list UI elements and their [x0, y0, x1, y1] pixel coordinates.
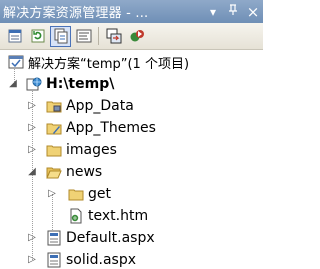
view-code-button[interactable]: [73, 26, 94, 47]
tree-item-label: App_Data: [66, 98, 134, 114]
view-code-icon: [76, 29, 91, 43]
tree-item-label: news: [66, 164, 103, 180]
tree-item-label: solid.aspx: [66, 252, 137, 268]
nest-related-files-button[interactable]: [50, 25, 71, 47]
tree-item-solution[interactable]: 解决方案“temp”(1 个项目): [8, 51, 189, 73]
asp-net-configuration-icon: [130, 30, 144, 42]
refresh-button[interactable]: [27, 26, 48, 47]
expand-get-icon[interactable]: ▷: [47, 183, 57, 205]
tree-item-project[interactable]: H:\temp\: [26, 73, 114, 95]
copy-website-button[interactable]: [103, 26, 124, 47]
expand-images-icon[interactable]: ▷: [27, 139, 37, 161]
refresh-icon: [31, 29, 44, 43]
properties-button[interactable]: [4, 26, 25, 47]
tree-item-images[interactable]: images: [46, 139, 117, 161]
window-position-dropdown-icon[interactable]: ▾: [203, 5, 223, 19]
aspx-file-icon: [46, 230, 62, 246]
tree-item-default-aspx[interactable]: Default.aspx: [46, 227, 155, 249]
tree-item-label: App_Themes: [66, 120, 156, 136]
tree-item-text-htm[interactable]: text.htm: [68, 205, 148, 227]
project-label: H:\temp\: [46, 76, 115, 92]
open-folder-icon: [46, 164, 62, 180]
tree-item-app-data[interactable]: App_Data: [46, 95, 134, 117]
copy-website-icon: [106, 28, 121, 44]
tree-item-label: Default.aspx: [66, 230, 155, 246]
collapse-news-icon[interactable]: ◢: [27, 161, 37, 183]
toolbar-separator: [98, 27, 99, 45]
app-data-folder-icon: [46, 98, 62, 114]
folder-icon: [68, 186, 84, 202]
close-icon[interactable]: ×: [243, 3, 263, 21]
aspx-file-icon: [46, 252, 62, 268]
solution-icon: [8, 54, 24, 70]
tree-item-solid-aspx[interactable]: solid.aspx: [46, 249, 136, 269]
web-project-icon: [26, 76, 42, 92]
folder-icon: [46, 142, 62, 158]
nest-related-files-icon: [54, 28, 67, 44]
window-title: 解决方案资源管理器 - ...: [3, 6, 149, 21]
collapse-project-icon[interactable]: ◢: [8, 73, 18, 95]
html-file-icon: [68, 208, 84, 224]
expand-default-aspx-icon[interactable]: ▷: [27, 227, 37, 249]
expand-app-themes-icon[interactable]: ▷: [27, 117, 37, 139]
tree-item-label: get: [88, 186, 111, 202]
expand-app-data-icon[interactable]: ▷: [27, 95, 37, 117]
tree-item-get[interactable]: get: [68, 183, 111, 205]
solution-explorer-toolbar: [0, 23, 263, 50]
app-themes-folder-icon: [46, 120, 62, 136]
tree-item-label: text.htm: [88, 208, 149, 224]
properties-icon: [8, 29, 21, 43]
tree-item-news[interactable]: news: [46, 161, 102, 183]
asp-net-configuration-button[interactable]: [126, 26, 147, 47]
auto-hide-pin-icon[interactable]: [223, 4, 243, 19]
solution-label: 解决方案“temp”(1 个项目): [28, 56, 190, 72]
window-titlebar: 解决方案资源管理器 - ... ▾ ×: [0, 0, 263, 23]
solution-tree: 解决方案“temp”(1 个项目) ◢ H:\temp\ ▷ App_Data …: [0, 51, 263, 269]
expand-solid-aspx-icon[interactable]: ▷: [27, 249, 37, 269]
tree-item-app-themes[interactable]: App_Themes: [46, 117, 156, 139]
tree-item-label: images: [66, 142, 117, 158]
